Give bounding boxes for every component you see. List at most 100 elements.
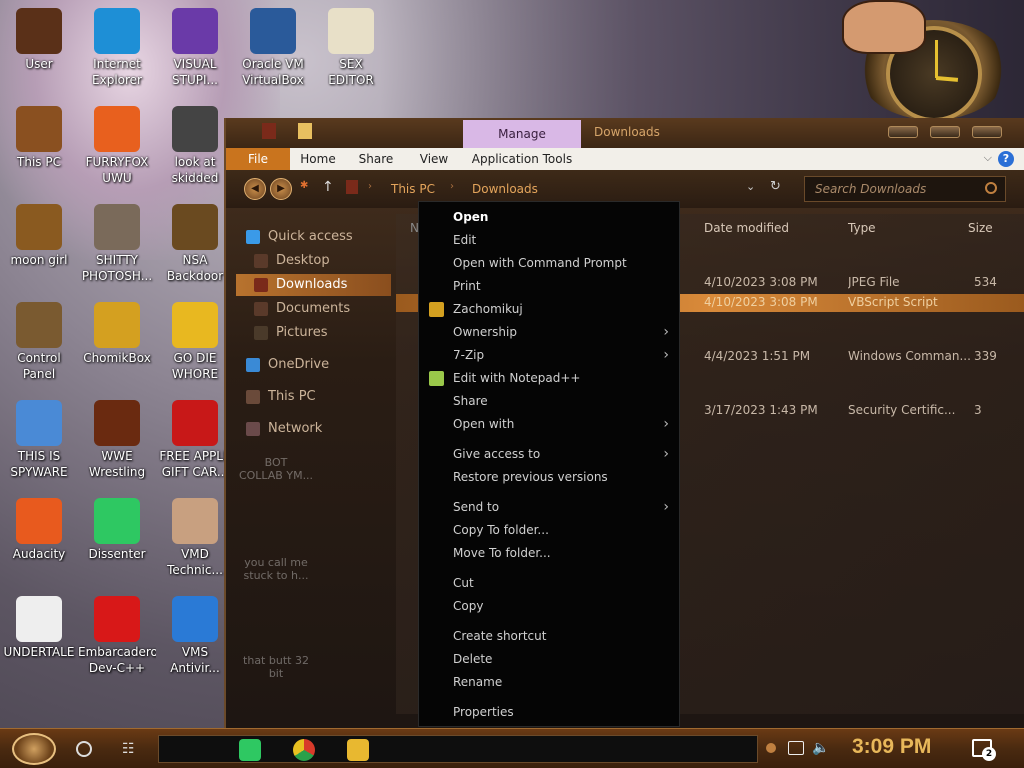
search-input[interactable]: Search Downloads bbox=[804, 176, 1006, 202]
desktop-icon[interactable]: Embarcadero Dev-C++ bbox=[78, 596, 156, 676]
desktop-icon-label[interactable]: BOT COLLAB YM... bbox=[236, 456, 316, 482]
task-view-icon[interactable]: ☷ bbox=[122, 741, 135, 757]
menu-item-send-to[interactable]: Send to › bbox=[419, 496, 681, 518]
column-header-size[interactable]: Size bbox=[968, 218, 993, 238]
menu-item-zachomikuj[interactable]: Zachomikuj bbox=[419, 298, 681, 320]
network-icon[interactable] bbox=[788, 741, 804, 755]
menu-item-rename[interactable]: Rename bbox=[419, 671, 681, 693]
menu-item-edit[interactable]: Edit bbox=[419, 229, 681, 251]
recent-locations-icon[interactable]: ✱ bbox=[300, 180, 308, 191]
desktop-icon-label: VMD Technic... bbox=[167, 547, 223, 577]
desktop-icon[interactable]: Dissenter bbox=[78, 498, 156, 562]
desktop-icon[interactable]: VISUAL STUPI... bbox=[156, 8, 234, 88]
desktop-icon[interactable]: VMS Antivir... bbox=[156, 596, 234, 676]
sidebar-item-documents[interactable]: Documents bbox=[236, 298, 391, 320]
desktop-icon[interactable]: Audacity bbox=[0, 498, 78, 562]
tab-application-tools[interactable]: Application Tools bbox=[466, 148, 578, 170]
minimize-button[interactable] bbox=[888, 126, 918, 138]
desktop-icon[interactable]: Control Panel bbox=[0, 302, 78, 382]
close-button[interactable] bbox=[972, 126, 1002, 138]
desktop-icon-label[interactable]: that butt 32 bit bbox=[236, 654, 316, 680]
menu-item-give-access-to[interactable]: Give access to › bbox=[419, 443, 681, 465]
menu-item-create-shortcut[interactable]: Create shortcut bbox=[419, 625, 681, 647]
desktop-icon[interactable]: Internet Explorer bbox=[78, 8, 156, 88]
menu-item-copy-to-folder[interactable]: Copy To folder... bbox=[419, 519, 681, 541]
folder-icon[interactable] bbox=[298, 123, 312, 139]
tab-view[interactable]: View bbox=[410, 148, 458, 170]
menu-item-share[interactable]: Share bbox=[419, 390, 681, 412]
menu-item-open[interactable]: Open bbox=[419, 206, 681, 228]
sidebar-item-network[interactable]: Network bbox=[236, 418, 391, 440]
desktop-icon[interactable]: WWE Wrestling bbox=[78, 400, 156, 480]
chevron-down-icon[interactable]: ⌵ bbox=[984, 151, 992, 165]
desktop-icon[interactable]: moon girl bbox=[0, 204, 78, 268]
tab-share[interactable]: Share bbox=[352, 148, 400, 170]
hxd-icon bbox=[328, 8, 374, 54]
desktop-icon[interactable]: VMD Technic... bbox=[156, 498, 234, 578]
help-icon[interactable]: ? bbox=[998, 151, 1014, 167]
search-icon[interactable] bbox=[985, 182, 997, 194]
menu-item-label: Zachomikuj bbox=[453, 302, 523, 316]
menu-item-open-with[interactable]: Open with › bbox=[419, 413, 681, 435]
chevron-right-icon: › bbox=[663, 347, 669, 363]
menu-item-copy[interactable]: Copy bbox=[419, 595, 681, 617]
column-header-date-modified[interactable]: Date modified bbox=[704, 218, 789, 238]
cell-date: 4/4/2023 1:51 PM bbox=[704, 349, 811, 363]
sidebar-item-pictures[interactable]: Pictures bbox=[236, 322, 391, 344]
chevron-right-icon[interactable]: › bbox=[368, 181, 372, 192]
sidebar-item-onedrive[interactable]: OneDrive bbox=[236, 354, 391, 376]
desktop-icon[interactable]: NSA Backdoor bbox=[156, 204, 234, 284]
desktop-icon[interactable]: look at skidded bbox=[156, 106, 234, 186]
forward-button[interactable]: ▶ bbox=[270, 178, 292, 200]
sidebar-item-this-pc[interactable]: This PC bbox=[236, 386, 391, 408]
volume-muted-icon[interactable]: 🔈 bbox=[812, 740, 829, 756]
quick-access-icon[interactable] bbox=[262, 123, 276, 139]
desktop-icon[interactable]: SHITTY PHOTOSH... bbox=[78, 204, 156, 284]
desktop-icon[interactable]: SEX EDITOR bbox=[312, 8, 390, 88]
menu-item-ownership[interactable]: Ownership › bbox=[419, 321, 681, 343]
desktop-icon[interactable]: ChomikBox bbox=[78, 302, 156, 366]
menu-item-delete[interactable]: Delete bbox=[419, 648, 681, 670]
breadcrumb-downloads[interactable]: Downloads bbox=[472, 182, 538, 196]
menu-item-print[interactable]: Print bbox=[419, 275, 681, 297]
up-arrow-icon[interactable]: ↑ bbox=[322, 179, 334, 195]
dissenter-icon[interactable] bbox=[239, 739, 261, 761]
menu-item-restore-previous-versions[interactable]: Restore previous versions bbox=[419, 466, 681, 488]
menu-item-open-with-command-prompt[interactable]: Open with Command Prompt bbox=[419, 252, 681, 274]
refresh-icon[interactable]: ↻ bbox=[770, 179, 781, 194]
sidebar-item-downloads[interactable]: Downloads bbox=[236, 274, 391, 296]
tray-gear-icon[interactable] bbox=[766, 743, 776, 753]
cartoon-face-icon bbox=[842, 0, 926, 54]
menu-item-move-to-folder[interactable]: Move To folder... bbox=[419, 542, 681, 564]
menu-item-cut[interactable]: Cut bbox=[419, 572, 681, 594]
breadcrumb-this-pc[interactable]: This PC bbox=[391, 182, 435, 196]
sidebar-item-desktop[interactable]: Desktop bbox=[236, 250, 391, 272]
tab-file[interactable]: File bbox=[226, 148, 290, 170]
cortana-icon[interactable] bbox=[76, 741, 92, 757]
menu-item-7-zip[interactable]: 7-Zip › bbox=[419, 344, 681, 366]
column-header-type[interactable]: Type bbox=[848, 218, 876, 238]
desktop-icon[interactable]: FURRYFOX UWU bbox=[78, 106, 156, 186]
desktop-icon[interactable]: GO DIE WHORE bbox=[156, 302, 234, 382]
firefox-icon bbox=[94, 106, 140, 152]
taskbar-clock[interactable]: 3:09 PM bbox=[852, 735, 931, 759]
desktop-icon[interactable]: This PC bbox=[0, 106, 78, 170]
desktop-icon[interactable]: FREE APPLE GIFT CAR... bbox=[156, 400, 234, 480]
desktop-icon[interactable]: Oracle VM VirtualBox bbox=[234, 8, 312, 88]
chrome-icon[interactable] bbox=[293, 739, 315, 761]
sidebar-item-quick-access[interactable]: Quick access bbox=[236, 226, 391, 248]
file-explorer-icon[interactable] bbox=[347, 739, 369, 761]
menu-item-properties[interactable]: Properties bbox=[419, 701, 681, 723]
desktop-icon[interactable]: User bbox=[0, 8, 78, 72]
tab-manage[interactable]: Manage bbox=[463, 120, 581, 148]
maximize-button[interactable] bbox=[930, 126, 960, 138]
start-button[interactable] bbox=[12, 733, 56, 765]
desktop-icon-label[interactable]: you call me stuck to h... bbox=[236, 556, 316, 582]
desktop-icon[interactable]: THIS IS SPYWARE bbox=[0, 400, 78, 480]
address-dropdown-icon[interactable]: ⌄ bbox=[746, 180, 755, 193]
chevron-right-icon[interactable]: › bbox=[450, 181, 454, 192]
back-button[interactable]: ◀ bbox=[244, 178, 266, 200]
desktop-icon[interactable]: UNDERTALE bbox=[0, 596, 78, 660]
menu-item-edit-with-notepad[interactable]: Edit with Notepad++ bbox=[419, 367, 681, 389]
tab-home[interactable]: Home bbox=[294, 148, 342, 170]
